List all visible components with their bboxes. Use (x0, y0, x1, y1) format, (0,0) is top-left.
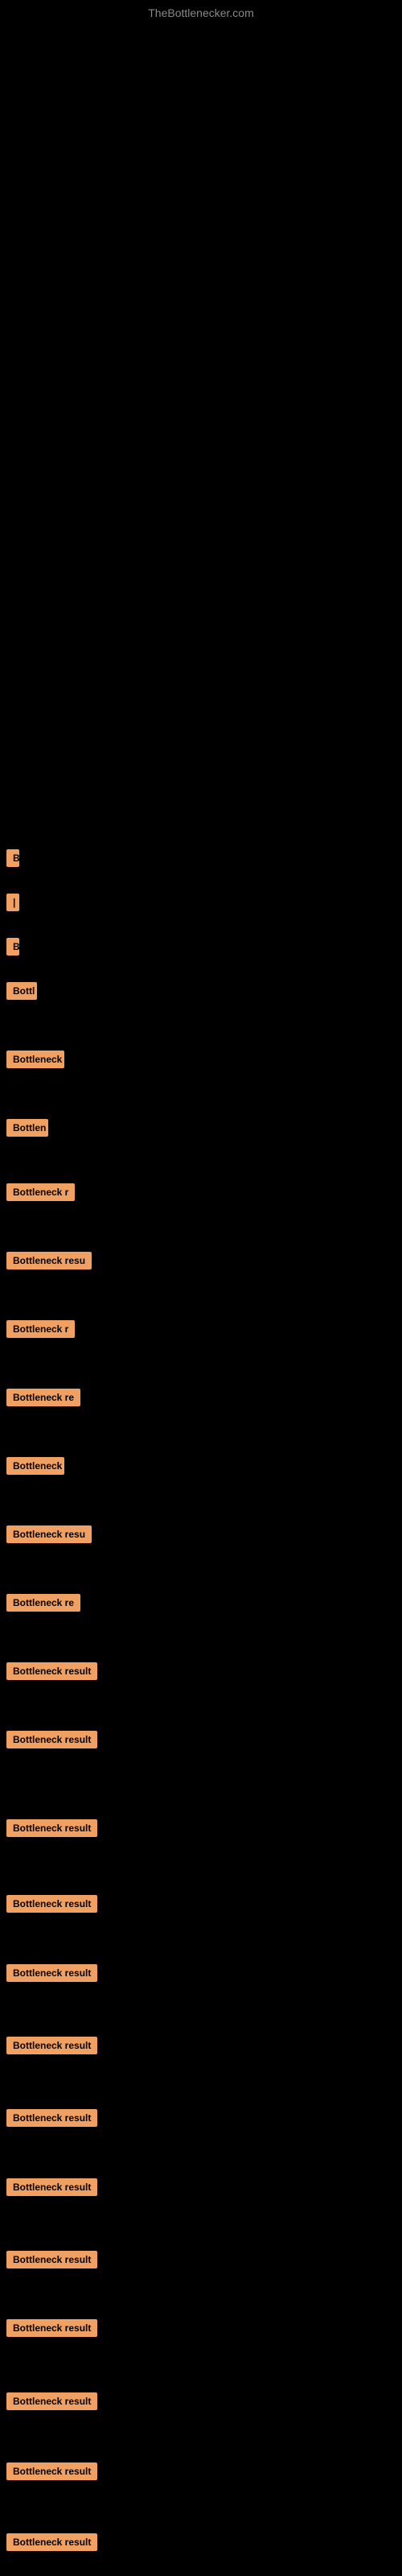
bottleneck-label: Bottleneck re (6, 1389, 80, 1406)
bottleneck-item: Bottleneck result (0, 2462, 97, 2484)
bottleneck-label: | (6, 894, 19, 911)
bottleneck-label: Bottleneck result (6, 2251, 97, 2268)
bottleneck-item: Bottleneck r (0, 1320, 75, 1342)
bottleneck-item: Bottleneck result (0, 2392, 97, 2414)
bottleneck-label: Bottleneck result (6, 2109, 97, 2127)
bottleneck-label: Bottleneck (6, 1051, 64, 1068)
bottleneck-label: Bottleneck re (6, 1594, 80, 1612)
bottleneck-item: Bottleneck resu (0, 1252, 92, 1274)
bottleneck-label: B (6, 849, 19, 867)
bottleneck-label: Bottleneck result (6, 2178, 97, 2196)
bottleneck-item: Bottleneck (0, 1051, 64, 1072)
bottleneck-label: Bottleneck r (6, 1183, 75, 1201)
bottleneck-item: Bottl (0, 982, 37, 1004)
bottleneck-item: Bottleneck result (0, 2533, 97, 2555)
bottleneck-label: Bottleneck result (6, 2037, 97, 2054)
bottleneck-label: Bottleneck resu (6, 1525, 92, 1543)
bottleneck-item: Bottleneck result (0, 2251, 97, 2273)
bottleneck-label: Bottleneck resu (6, 1252, 92, 1269)
bottleneck-label: Bottleneck result (6, 1731, 97, 1748)
bottleneck-item: Bottleneck result (0, 2178, 97, 2200)
bottleneck-label: Bottleneck result (6, 2319, 97, 2337)
site-title: TheBottlenecker.com (148, 6, 254, 19)
bottleneck-item: Bottleneck (0, 1457, 64, 1479)
bottleneck-item: Bottleneck result (0, 2037, 97, 2058)
bottleneck-item: Bottleneck result (0, 2109, 97, 2131)
bottleneck-item: Bottleneck result (0, 1964, 97, 1986)
bottleneck-label: Bottleneck result (6, 2392, 97, 2410)
bottleneck-item: | (0, 894, 19, 915)
bottleneck-item: Bottlen (0, 1119, 48, 1141)
bottleneck-item: Bottleneck result (0, 1731, 97, 1752)
bottleneck-label: Bottleneck (6, 1457, 64, 1475)
bottleneck-item: Bottleneck result (0, 1819, 97, 1841)
bottleneck-label: Bottleneck result (6, 1895, 97, 1913)
bottleneck-label: Bottleneck result (6, 2462, 97, 2480)
bottleneck-label: Bottleneck result (6, 1964, 97, 1982)
bottleneck-item: Bottleneck resu (0, 1525, 92, 1547)
bottleneck-label: Bottleneck r (6, 1320, 75, 1338)
bottleneck-item: Bottleneck re (0, 1594, 80, 1616)
bottleneck-item: B (0, 938, 19, 960)
bottleneck-item: Bottleneck result (0, 1895, 97, 1917)
bottleneck-label: Bottleneck result (6, 1819, 97, 1837)
bottleneck-label: B (6, 938, 19, 956)
bottleneck-item: Bottleneck result (0, 2319, 97, 2341)
bottleneck-item: Bottleneck r (0, 1183, 75, 1205)
bottleneck-item: B (0, 849, 19, 871)
bottleneck-item: Bottleneck result (0, 1662, 97, 1684)
bottleneck-label: Bottleneck result (6, 2533, 97, 2551)
bottleneck-label: Bottleneck result (6, 1662, 97, 1680)
bottleneck-label: Bottl (6, 982, 37, 1000)
bottleneck-label: Bottlen (6, 1119, 48, 1137)
bottleneck-item: Bottleneck re (0, 1389, 80, 1410)
